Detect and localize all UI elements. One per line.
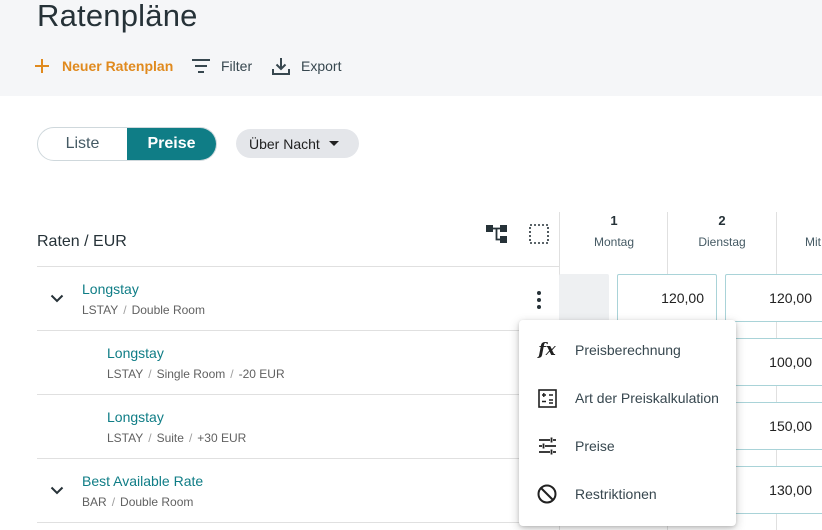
rate-details: LSTAY / Double Room bbox=[82, 303, 205, 317]
menu-item-label: Preise bbox=[575, 438, 615, 454]
day-number bbox=[805, 213, 822, 228]
download-icon bbox=[271, 56, 291, 76]
export-button[interactable]: Export bbox=[271, 55, 341, 77]
export-label: Export bbox=[301, 58, 342, 74]
day-header: Mit bbox=[777, 213, 822, 249]
view-toggle: Liste Preise bbox=[37, 127, 217, 161]
menu-item-label: Art der Preiskalkulation bbox=[575, 390, 719, 406]
rate-name-link[interactable]: Longstay bbox=[82, 281, 139, 297]
page-header: Ratenpläne Neuer Ratenplan Filter Export bbox=[0, 0, 822, 96]
period-dropdown-label: Über Nacht bbox=[249, 135, 320, 152]
plus-icon bbox=[32, 56, 52, 76]
row-divider bbox=[37, 266, 560, 267]
rate-code: LSTAY bbox=[82, 303, 119, 317]
filter-icon bbox=[191, 56, 211, 76]
expand-row-button[interactable] bbox=[49, 290, 65, 306]
rate-name-link[interactable]: Longstay bbox=[107, 345, 164, 361]
rate-name-link[interactable]: Longstay bbox=[107, 409, 164, 425]
row-divider bbox=[37, 330, 560, 331]
filter-label: Filter bbox=[221, 58, 253, 74]
room-type: Double Room bbox=[120, 495, 194, 509]
room-type: Suite bbox=[156, 431, 184, 445]
rate-modifier: +30 EUR bbox=[197, 431, 247, 445]
row-context-menu: fx Preisberechnung Art der Preiskalkulat… bbox=[519, 320, 736, 526]
row-actions-button[interactable] bbox=[530, 289, 548, 311]
menu-item-label: Restriktionen bbox=[575, 486, 657, 502]
day-name: Dienstag bbox=[698, 235, 746, 249]
price-cell[interactable]: 130,00 bbox=[725, 466, 822, 514]
price-cell[interactable]: 120,00 bbox=[725, 274, 822, 322]
new-rate-plan-label: Neuer Ratenplan bbox=[62, 58, 174, 74]
toggle-prices[interactable]: Preise bbox=[127, 128, 216, 160]
rates-column-header: Raten / EUR bbox=[37, 233, 127, 250]
selection-button[interactable] bbox=[528, 223, 550, 245]
rate-details: LSTAY / Single Room / -20 EUR bbox=[107, 367, 285, 381]
room-type: Single Room bbox=[156, 367, 226, 381]
menu-item-restrictions[interactable]: Restriktionen bbox=[519, 470, 736, 518]
new-rate-plan-button[interactable]: Neuer Ratenplan bbox=[32, 55, 173, 77]
chevron-down-icon bbox=[50, 486, 64, 494]
price-cell[interactable]: 150,00 bbox=[725, 402, 822, 450]
rate-name-link[interactable]: Best Available Rate bbox=[82, 473, 203, 489]
row-divider bbox=[37, 394, 560, 395]
row-divider bbox=[37, 458, 560, 459]
day-name: Montag bbox=[593, 235, 635, 249]
menu-item-prices[interactable]: Preise bbox=[519, 422, 736, 470]
rate-modifier: -20 EUR bbox=[238, 367, 285, 381]
price-cell-disabled bbox=[559, 274, 609, 322]
price-cell[interactable]: 120,00 bbox=[617, 274, 717, 322]
filter-button[interactable]: Filter bbox=[191, 55, 252, 77]
caret-down-icon bbox=[328, 141, 339, 146]
day-header: 2 Dienstag bbox=[668, 213, 776, 249]
function-icon: fx bbox=[538, 340, 556, 360]
calculator-icon bbox=[536, 387, 558, 409]
day-header: 1 Montag bbox=[560, 213, 668, 249]
day-number: 2 bbox=[718, 213, 726, 228]
hierarchy-toggle-button[interactable] bbox=[486, 223, 508, 245]
day-number: 1 bbox=[610, 213, 618, 228]
rate-code: BAR bbox=[82, 495, 107, 509]
rate-details: LSTAY / Suite / +30 EUR bbox=[107, 431, 247, 445]
rate-details: BAR / Double Room bbox=[82, 495, 194, 509]
price-cell[interactable]: 100,00 bbox=[725, 338, 822, 386]
chevron-down-icon bbox=[50, 294, 64, 302]
block-icon bbox=[536, 483, 558, 505]
toggle-list[interactable]: Liste bbox=[38, 128, 127, 160]
menu-item-label: Preisberechnung bbox=[575, 342, 681, 358]
page-title: Ratenpläne bbox=[37, 0, 198, 33]
tune-icon bbox=[536, 435, 558, 457]
expand-row-button[interactable] bbox=[49, 482, 65, 498]
menu-item-calculation-type[interactable]: Art der Preiskalkulation bbox=[519, 374, 736, 422]
rate-code: LSTAY bbox=[107, 367, 144, 381]
select-area-icon bbox=[529, 224, 549, 244]
day-name: Mit bbox=[805, 235, 821, 249]
menu-item-price-calculation[interactable]: fx Preisberechnung bbox=[519, 326, 736, 374]
period-dropdown[interactable]: Über Nacht bbox=[236, 129, 359, 158]
row-divider bbox=[37, 522, 560, 523]
hierarchy-icon bbox=[486, 225, 507, 243]
room-type: Double Room bbox=[131, 303, 205, 317]
more-vert-icon bbox=[537, 291, 541, 309]
rate-code: LSTAY bbox=[107, 431, 144, 445]
